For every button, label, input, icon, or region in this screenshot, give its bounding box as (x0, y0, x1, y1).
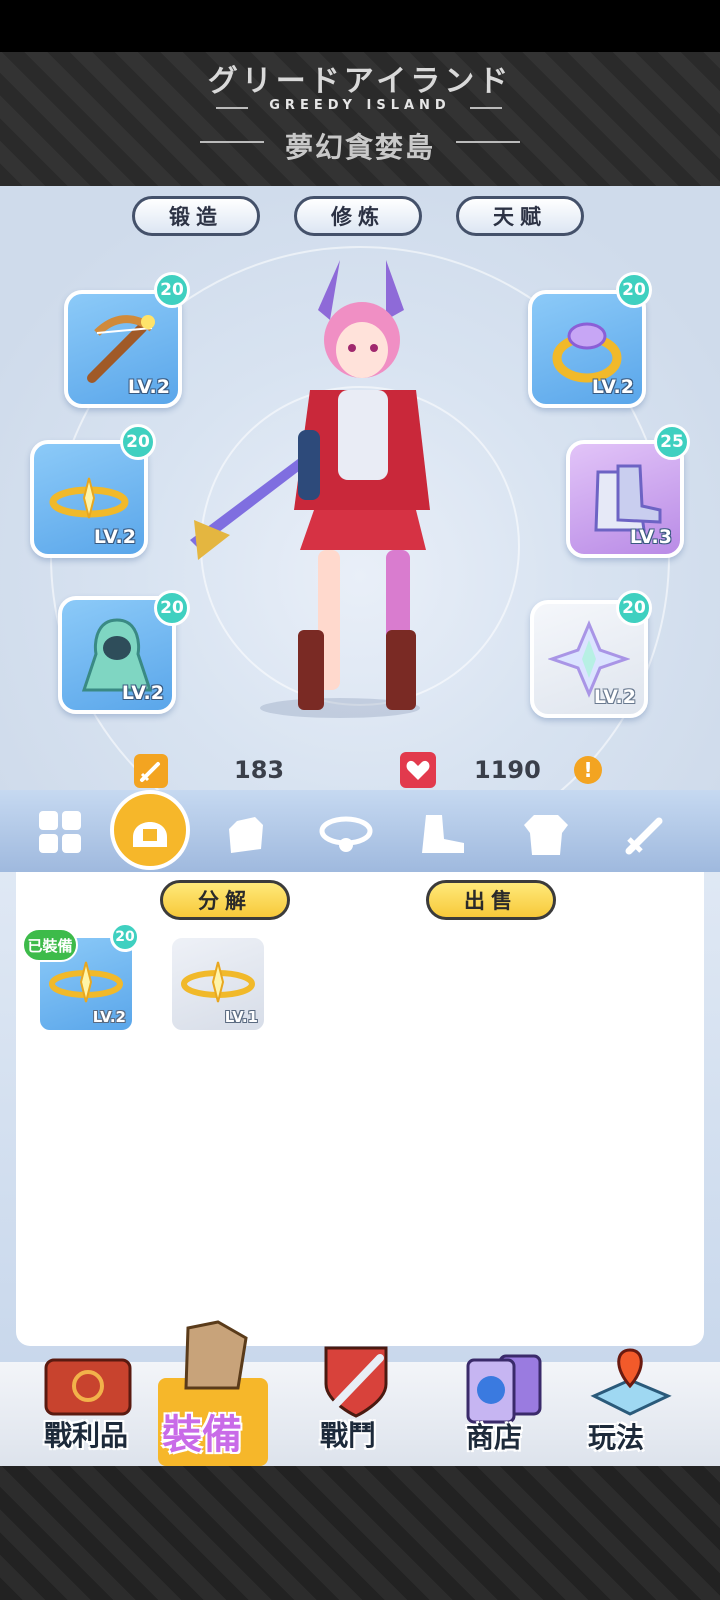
shield-sword-icon (324, 1346, 388, 1418)
category-weapon[interactable] (618, 806, 674, 862)
nav-label: 玩法 (588, 1421, 645, 1454)
nav-equipment[interactable]: 裝備 (152, 1318, 276, 1466)
category-all[interactable] (32, 804, 88, 860)
armor-bag-icon (184, 1320, 248, 1390)
category-helmet[interactable] (110, 790, 190, 870)
slot-level: LV.2 (93, 526, 136, 548)
slot-badge: 20 (154, 272, 190, 308)
status-bar (0, 0, 720, 52)
category-gloves[interactable] (218, 806, 274, 862)
armor-icon (524, 815, 568, 855)
book-icon (44, 1358, 132, 1416)
title-japanese: グリードアイランド (207, 64, 513, 99)
slot-badge: 25 (654, 424, 690, 460)
slot-level: LV.3 (629, 526, 672, 548)
sell-button[interactable]: 出售 (426, 880, 556, 920)
nav-label: 戰利品 (44, 1419, 129, 1452)
slot-level: LV.2 (591, 376, 634, 398)
decompose-button[interactable]: 分解 (160, 880, 290, 920)
attack-value: 183 (234, 756, 285, 784)
slot-badge: 20 (154, 590, 190, 626)
title-divider (456, 141, 520, 143)
title-divider (470, 107, 502, 109)
inventory-item-halo[interactable]: LV.1 (168, 934, 268, 1034)
slot-ring[interactable]: LV.2 (528, 290, 646, 408)
tab-cultivate[interactable]: 修炼 (294, 196, 422, 236)
nav-label: 商店 (466, 1421, 523, 1454)
bottom-decoration (0, 1466, 720, 1600)
tab-forge[interactable]: 锻造 (132, 196, 260, 236)
game-title-banner: グリードアイランド GREEDY ISLAND 夢幻貪婪島 (0, 52, 720, 186)
character-figure (190, 260, 430, 718)
equipped-tag: 已裝備 (22, 928, 78, 962)
nav-loot[interactable]: 戰利品 (32, 1350, 142, 1460)
slot-weapon-crossbow[interactable]: LV.2 (64, 290, 182, 408)
nav-label: 裝備 (162, 1412, 242, 1458)
nav-battle[interactable]: 戰鬥 (300, 1340, 410, 1460)
slot-badge: 20 (616, 590, 652, 626)
hp-icon (400, 752, 436, 788)
glove-icon (229, 817, 263, 853)
necklace-icon (319, 816, 373, 852)
nav-shop[interactable]: 商店 (446, 1350, 556, 1462)
nav-label: 戰鬥 (320, 1419, 377, 1452)
slot-level: LV.2 (593, 686, 636, 708)
map-pin-icon (590, 1348, 672, 1416)
nav-gameplay[interactable]: 玩法 (576, 1344, 686, 1462)
helmet-icon (133, 822, 167, 847)
sword-icon (625, 817, 663, 855)
item-level: LV.1 (224, 1008, 258, 1026)
tab-talent[interactable]: 天赋 (456, 196, 584, 236)
item-badge: 20 (110, 922, 140, 952)
boot-icon (422, 815, 464, 853)
title-chinese: 夢幻貪婪島 (284, 131, 435, 164)
category-necklace[interactable] (318, 806, 374, 862)
all-icon (39, 811, 81, 853)
category-armor[interactable] (518, 806, 574, 862)
attack-icon (134, 754, 168, 788)
category-boots[interactable] (414, 806, 470, 862)
title-english: GREEDY ISLAND (269, 98, 451, 113)
slot-badge: 20 (120, 424, 156, 460)
slot-level: LV.2 (127, 376, 170, 398)
hp-value: 1190 (474, 756, 541, 784)
info-icon[interactable]: ! (574, 756, 602, 784)
halo-icon (181, 961, 255, 1003)
slot-badge: 20 (616, 272, 652, 308)
cards-icon (466, 1354, 542, 1424)
item-level: LV.2 (92, 1008, 126, 1026)
slot-level: LV.2 (121, 682, 164, 704)
